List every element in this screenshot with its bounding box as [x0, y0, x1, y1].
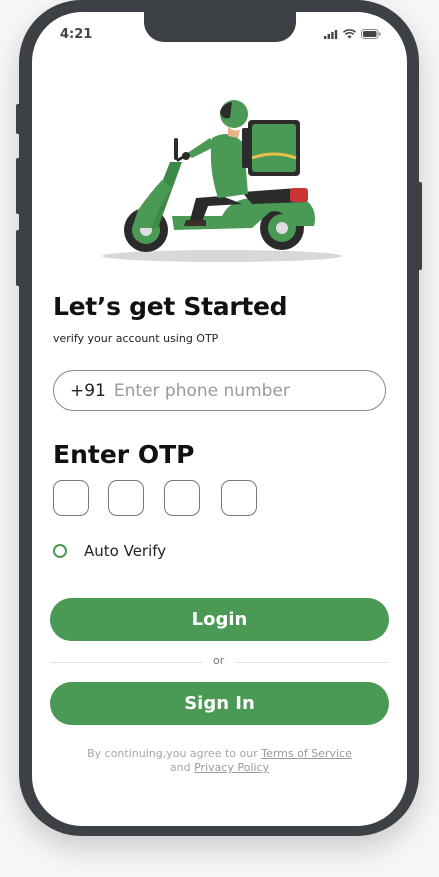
- divider-left: [50, 662, 203, 663]
- divider-right: [236, 662, 389, 663]
- otp-title: Enter OTP: [53, 440, 195, 469]
- or-separator: or: [213, 654, 225, 667]
- login-button[interactable]: Login: [50, 598, 389, 641]
- auto-verify-radio[interactable]: [53, 544, 67, 558]
- page-subtitle: verify your account using OTP: [53, 332, 219, 345]
- legal-and: and: [169, 761, 195, 774]
- legal-notice: By continuing,you agree to our Terms of …: [72, 747, 367, 775]
- battery-icon: [361, 29, 381, 39]
- auto-verify-option[interactable]: Auto Verify: [53, 542, 166, 560]
- privacy-policy-link[interactable]: Privacy Policy: [194, 761, 269, 774]
- power-button: [417, 182, 422, 270]
- status-icons: [324, 29, 381, 39]
- terms-of-service-link[interactable]: Terms of Service: [261, 747, 352, 760]
- phone-number-input[interactable]: [113, 380, 354, 401]
- wifi-icon: [343, 29, 356, 39]
- app-screen: 4:21 Let’s get Started verify your accou…: [32, 12, 407, 826]
- volume-up-button: [16, 158, 21, 214]
- volume-down-button: [16, 230, 21, 286]
- otp-digit-3[interactable]: [164, 480, 200, 516]
- page-title: Let’s get Started: [53, 292, 288, 321]
- legal-prefix: By continuing,you agree to our: [87, 747, 262, 760]
- otp-digit-1[interactable]: [53, 480, 89, 516]
- phone-input-wrapper[interactable]: +91: [53, 370, 386, 411]
- otp-digit-4[interactable]: [221, 480, 257, 516]
- sign-in-button[interactable]: Sign In: [50, 682, 389, 725]
- otp-digit-2[interactable]: [108, 480, 144, 516]
- signal-icon: [324, 29, 338, 39]
- delivery-scooter-illustration: [102, 100, 342, 262]
- status-time: 4:21: [60, 27, 93, 42]
- notch: [144, 12, 296, 42]
- mute-switch: [16, 104, 21, 134]
- auto-verify-label: Auto Verify: [84, 542, 167, 560]
- country-code[interactable]: +91: [70, 381, 106, 401]
